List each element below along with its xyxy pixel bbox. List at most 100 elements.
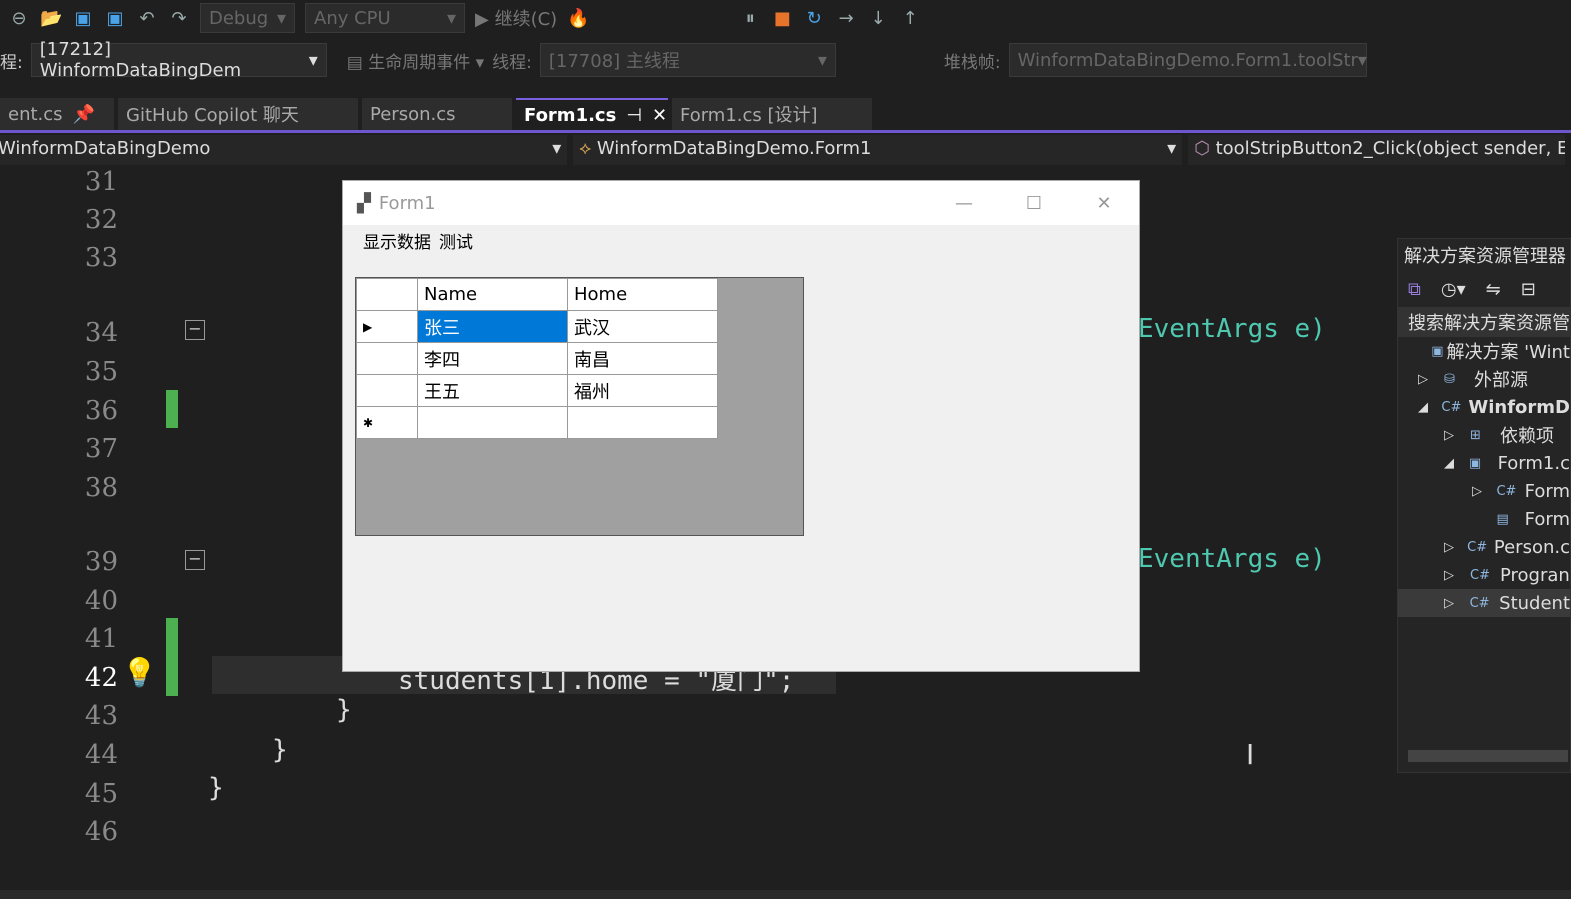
close-icon[interactable]: ✕: [652, 105, 667, 126]
cell[interactable]: 武汉: [567, 310, 718, 343]
brace: }: [208, 773, 224, 803]
open-folder-icon[interactable]: 📂: [40, 8, 62, 29]
tree-item[interactable]: ▷ ⛁ 外部源: [1398, 365, 1570, 393]
collapse-all-icon[interactable]: ⊟: [1521, 279, 1536, 300]
thread-select[interactable]: [17708] 主线程 ▾: [539, 43, 836, 77]
cell[interactable]: [417, 406, 568, 439]
save-icon[interactable]: ▣: [72, 8, 94, 29]
tab-label: GitHub Copilot 聊天: [126, 105, 299, 126]
expand-arrow-icon[interactable]: ▷: [1444, 540, 1467, 555]
solution-search-input[interactable]: 搜索解决方案资源管: [1398, 307, 1570, 337]
stop-icon[interactable]: ■: [771, 8, 793, 29]
cell[interactable]: 福州: [567, 374, 718, 407]
expand-arrow-icon[interactable]: ▷: [1418, 372, 1444, 387]
pin-icon[interactable]: ⊣: [626, 105, 642, 126]
step-into-icon[interactable]: ↓: [867, 8, 889, 29]
tree-item-label: Student: [1499, 592, 1570, 614]
minimize-button[interactable]: —: [929, 193, 999, 214]
tree-item[interactable]: ▷ C# Student: [1398, 589, 1570, 617]
member-dropdown[interactable]: ⬡ toolStripButton2_Click(object sender, …: [1188, 135, 1565, 165]
status-bar: [0, 890, 1571, 899]
horizontal-scrollbar[interactable]: [1408, 750, 1568, 762]
tree-item[interactable]: ▤ Form: [1398, 505, 1570, 533]
step-over-icon[interactable]: →: [835, 8, 857, 29]
tree-item-label: Form: [1524, 480, 1570, 502]
cell[interactable]: 张三: [417, 310, 568, 343]
expand-arrow-icon[interactable]: ▷: [1472, 484, 1496, 499]
form-icon: ▞: [357, 192, 371, 214]
cell[interactable]: 李四: [417, 342, 568, 375]
maximize-button[interactable]: ☐: [999, 193, 1069, 214]
tree-item[interactable]: ◢ ▣ Form1.c: [1398, 449, 1570, 477]
lightbulb-icon[interactable]: 💡: [122, 656, 157, 689]
change-marker: [166, 618, 178, 696]
undo-icon[interactable]: ↶: [136, 8, 158, 29]
redo-icon[interactable]: ↷: [168, 8, 190, 29]
process-select[interactable]: [17212] WinformDataBingDem ▾: [30, 39, 327, 81]
expand-arrow-icon[interactable]: ▷: [1444, 428, 1470, 443]
file-icon: ⊞: [1470, 427, 1481, 443]
tab-form1-designer[interactable]: Form1.cs [设计]: [672, 98, 872, 130]
restart-icon[interactable]: ↻: [803, 8, 825, 29]
back-icon[interactable]: ⊖: [8, 8, 30, 29]
tab-form1[interactable]: Form1.cs ⊣ ✕: [516, 98, 668, 130]
class-dropdown[interactable]: ⟡ WinformDataBingDemo.Form1 ▾: [573, 135, 1183, 165]
row-header[interactable]: [356, 374, 418, 407]
close-button[interactable]: ✕: [1069, 193, 1139, 214]
tab-student[interactable]: ent.cs 📌: [0, 98, 114, 130]
expand-arrow-icon[interactable]: ◢: [1444, 456, 1469, 471]
expand-arrow-icon[interactable]: ◢: [1418, 400, 1441, 415]
project-dropdown[interactable]: WinformDataBingDemo ▾: [0, 135, 568, 165]
tree-item[interactable]: ◢ C# WinformD: [1398, 393, 1570, 421]
step-out-icon[interactable]: ↑: [899, 8, 921, 29]
tab-person[interactable]: Person.cs: [362, 98, 512, 130]
tab-label: Form1.cs: [524, 104, 617, 126]
pin-icon[interactable]: 📌: [73, 104, 95, 125]
hot-reload-icon[interactable]: 🔥: [567, 8, 589, 29]
row-header-new[interactable]: ✱: [356, 406, 418, 439]
expand-arrow-icon[interactable]: ▷: [1444, 596, 1470, 611]
tree-item[interactable]: ▷ C# Form: [1398, 477, 1570, 505]
collapse-icon[interactable]: −: [185, 320, 205, 340]
pause-icon[interactable]: ⏸: [739, 8, 761, 29]
table-row[interactable]: 王五 福州: [356, 374, 718, 407]
member-value: toolStripButton2_Click(object sender, Ev: [1215, 138, 1565, 159]
table-row[interactable]: 李四 南昌: [356, 342, 718, 375]
tree-item[interactable]: ▷ ⊞ 依赖项: [1398, 421, 1570, 449]
tab-underline: [0, 130, 1571, 133]
lifecycle-events[interactable]: ▤ 生命周期事件 ▾: [347, 48, 484, 73]
project-value: WinformDataBingDemo: [0, 138, 211, 159]
column-header-home[interactable]: Home: [567, 278, 718, 311]
stack-select[interactable]: WinformDataBingDemo.Form1.toolStr ▾: [1008, 43, 1367, 77]
line-number: 32: [84, 205, 118, 235]
tab-copilot[interactable]: GitHub Copilot 聊天: [118, 98, 358, 130]
new-row[interactable]: ✱: [356, 406, 718, 439]
platform-select[interactable]: Any CPU ▾: [305, 3, 465, 33]
solution-explorer-title: 解决方案资源管理器: [1404, 246, 1566, 267]
cell[interactable]: 南昌: [567, 342, 718, 375]
show-data-button[interactable]: 显示数据: [363, 228, 431, 253]
tree-item[interactable]: ▣ 解决方案 'Wint: [1398, 337, 1570, 365]
config-select[interactable]: Debug ▾: [200, 3, 295, 33]
row-header[interactable]: [356, 342, 418, 375]
row-header-current[interactable]: ▶: [356, 310, 418, 343]
history-icon[interactable]: ◷▾: [1441, 279, 1466, 300]
continue-button[interactable]: ▶ 继续(C): [475, 5, 557, 31]
save-all-icon[interactable]: ▣: [104, 8, 126, 29]
class-icon: ⟡: [579, 138, 592, 159]
cell[interactable]: [567, 406, 718, 439]
collapse-icon[interactable]: −: [185, 550, 205, 570]
vs-icon[interactable]: ⧉: [1408, 279, 1421, 300]
cell[interactable]: 王五: [417, 374, 568, 407]
data-grid-view[interactable]: Name Home ▶ 张三 武汉 李四 南昌 王五 福州 ✱: [355, 277, 804, 536]
line-number: 35: [84, 357, 118, 387]
code-eventargs: EventArgs e): [1138, 314, 1326, 344]
column-header-name[interactable]: Name: [417, 278, 568, 311]
table-row[interactable]: ▶ 张三 武汉: [356, 310, 718, 343]
solution-explorer-toolbar: ⧉ ◷▾ ⇋ ⊟: [1398, 271, 1570, 307]
sync-icon[interactable]: ⇋: [1486, 279, 1501, 300]
tree-item[interactable]: ▷ C# Person.c: [1398, 533, 1570, 561]
test-button[interactable]: 测试: [439, 228, 473, 253]
tree-item[interactable]: ▷ C# Progran: [1398, 561, 1570, 589]
expand-arrow-icon[interactable]: ▷: [1444, 568, 1470, 583]
